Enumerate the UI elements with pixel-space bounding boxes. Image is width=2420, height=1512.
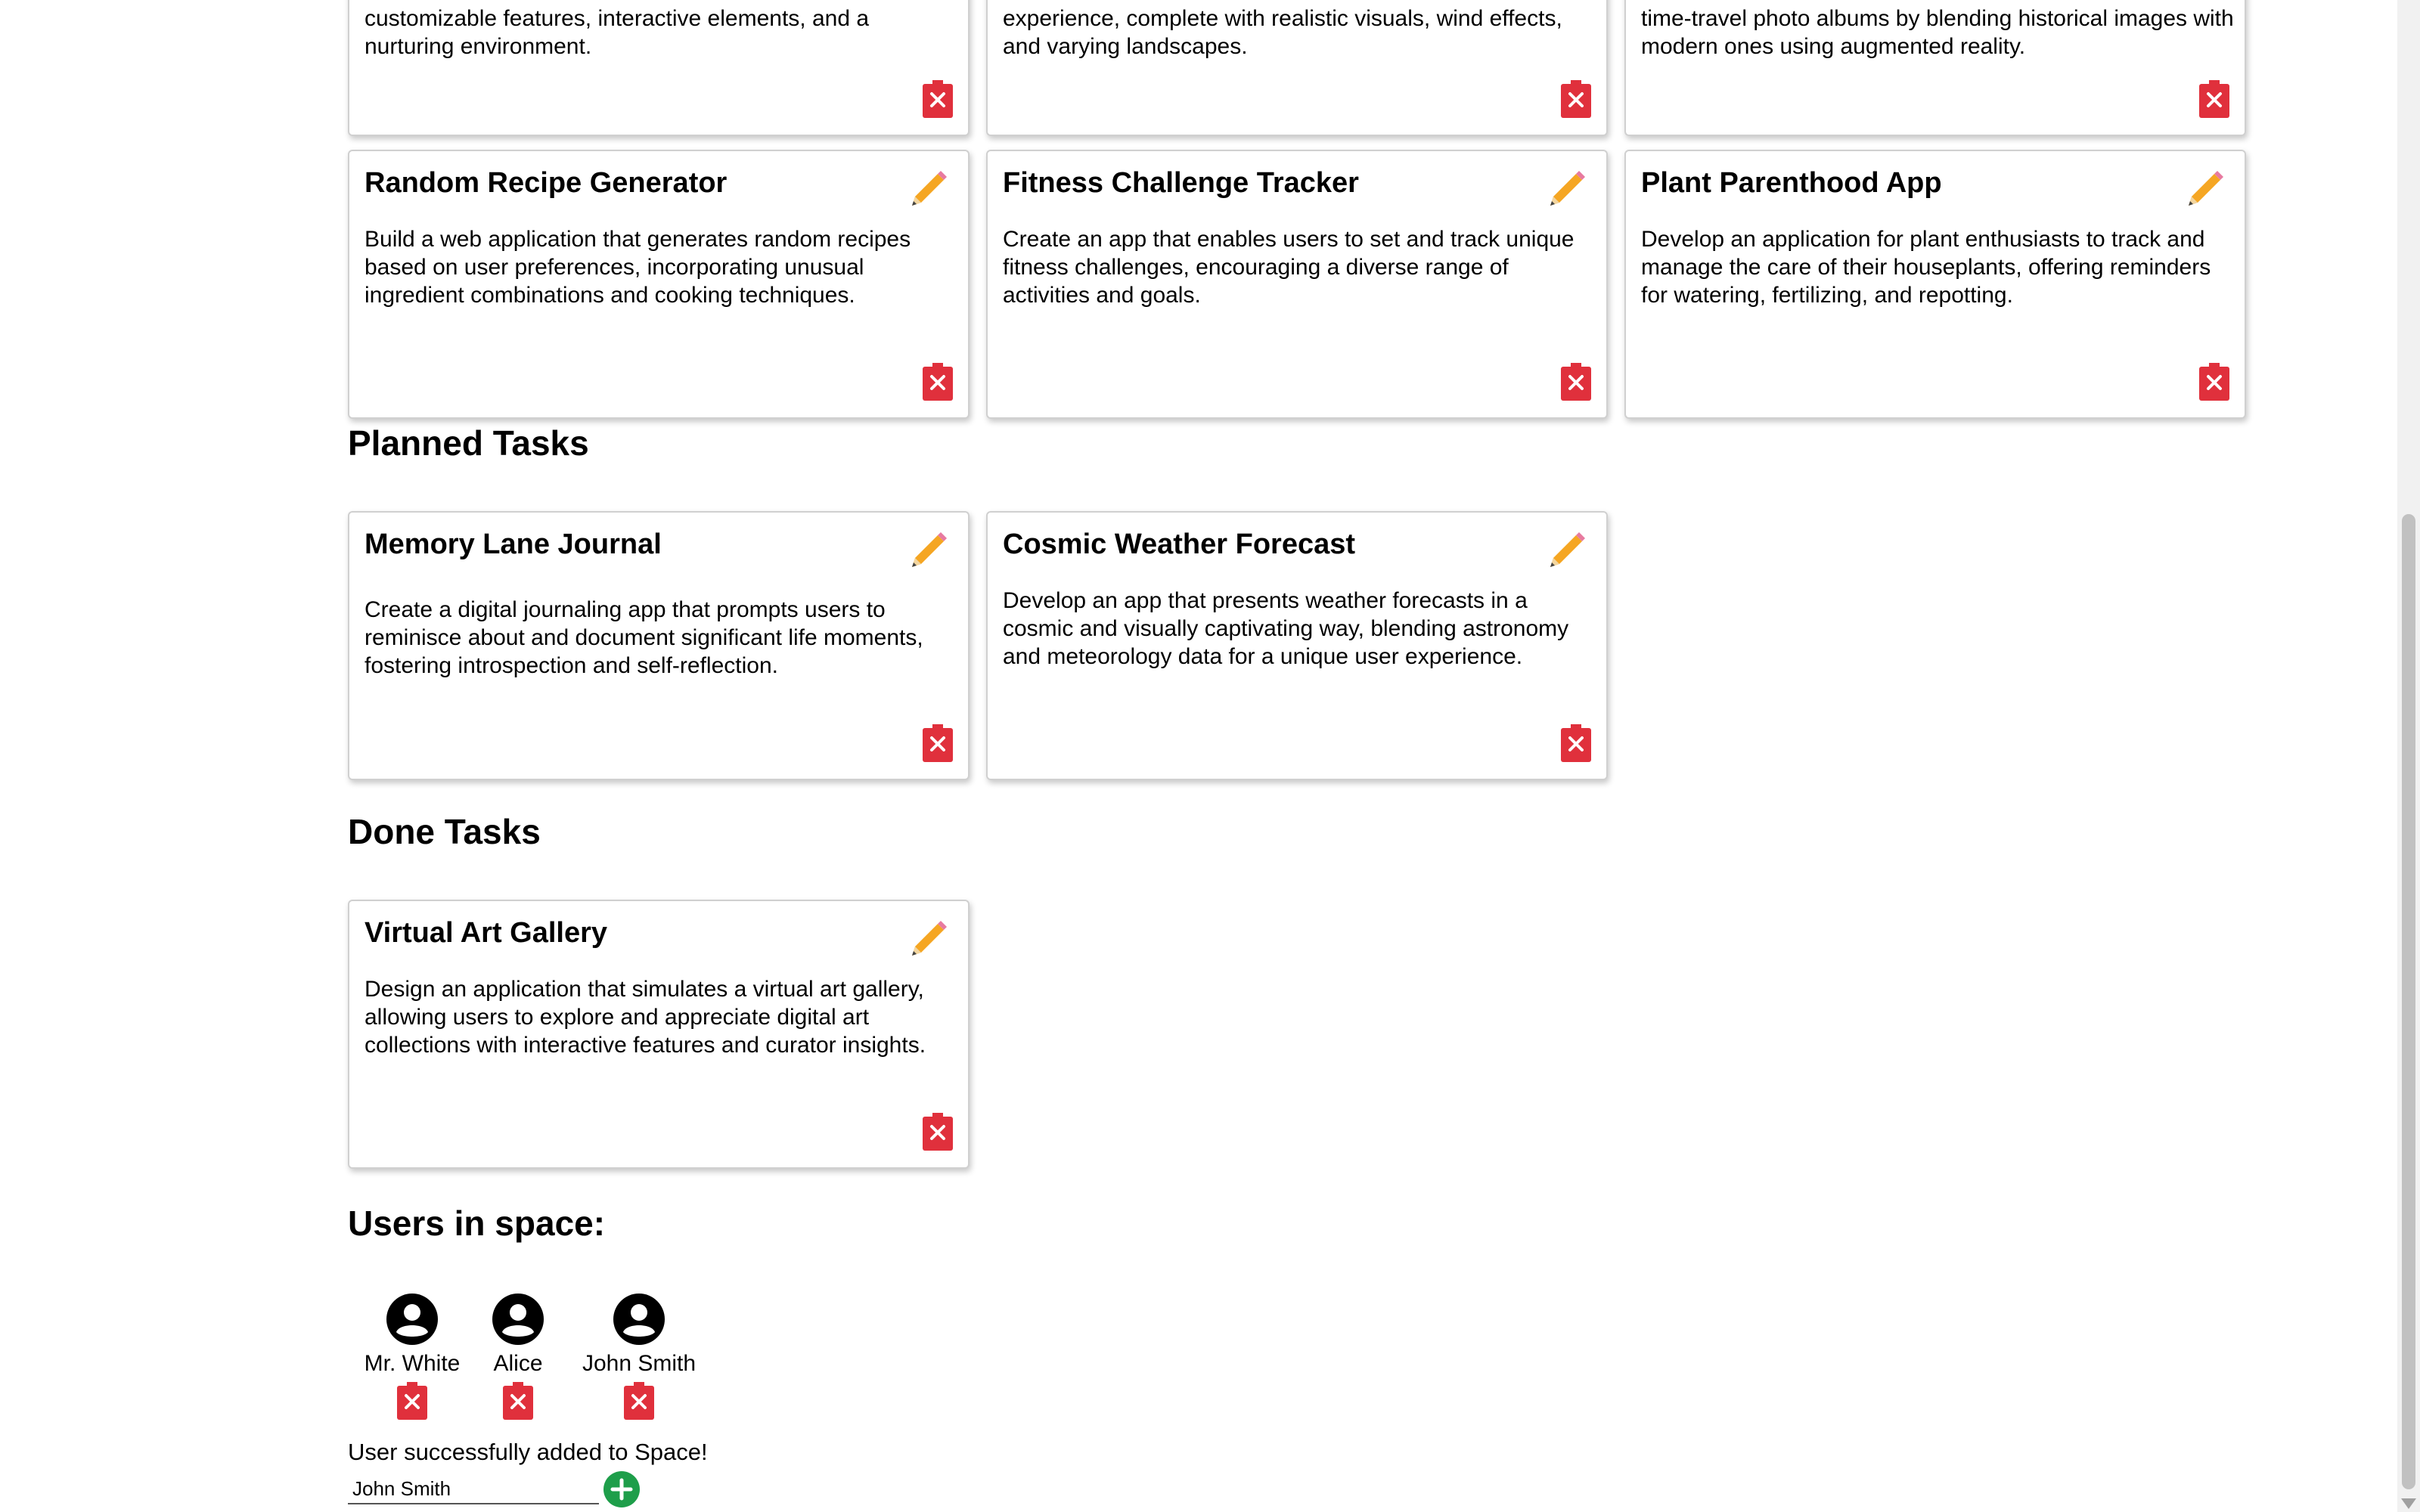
delete-icon[interactable]: [923, 363, 953, 401]
pencil-icon[interactable]: [1544, 529, 1588, 573]
delete-icon[interactable]: [1561, 724, 1591, 762]
status-message: User successfully added to Space!: [348, 1439, 708, 1465]
task-description: Create an app that enables users to set …: [1003, 227, 1575, 308]
task-description: Develop an app that presents weather for…: [1003, 588, 1569, 669]
task-card: Fitness Challenge Tracker Create an app …: [986, 150, 1608, 419]
delete-icon[interactable]: [2199, 80, 2229, 118]
task-title: Virtual Art Gallery: [365, 917, 608, 949]
delete-icon[interactable]: [503, 1382, 533, 1420]
delete-icon[interactable]: [397, 1382, 427, 1420]
task-card: experience, complete with realistic visu…: [986, 0, 1608, 136]
delete-icon[interactable]: [923, 1113, 953, 1151]
pencil-icon[interactable]: [1544, 168, 1588, 212]
delete-icon[interactable]: [2199, 363, 2229, 401]
delete-icon[interactable]: [923, 724, 953, 762]
user-entry: Alice: [476, 1293, 560, 1420]
task-card: Virtual Art Gallery Design an applicatio…: [348, 900, 970, 1169]
task-card: Cosmic Weather Forecast Develop an app t…: [986, 511, 1608, 780]
task-title: Cosmic Weather Forecast: [1003, 528, 1356, 560]
task-title: Memory Lane Journal: [365, 528, 662, 560]
account-circle-icon: [613, 1294, 665, 1345]
delete-icon[interactable]: [923, 80, 953, 118]
task-card: Plant Parenthood App Develop an applicat…: [1624, 150, 2246, 419]
delete-icon[interactable]: [624, 1382, 654, 1420]
task-title: Plant Parenthood App: [1641, 167, 1942, 199]
planned-tasks-heading: Planned Tasks: [348, 423, 589, 463]
add-user-input[interactable]: [348, 1474, 599, 1504]
account-circle-icon: [492, 1294, 544, 1345]
pencil-icon[interactable]: [906, 529, 950, 573]
done-tasks-heading: Done Tasks: [348, 812, 541, 851]
delete-icon[interactable]: [1561, 363, 1591, 401]
account-circle-icon: [386, 1294, 438, 1345]
user-name: Mr. White: [364, 1351, 461, 1376]
task-card: customizable features, interactive eleme…: [348, 0, 970, 136]
task-card: Random Recipe Generator Build a web appl…: [348, 150, 970, 419]
users-heading: Users in space:: [348, 1204, 606, 1243]
task-description: customizable features, interactive eleme…: [365, 6, 870, 59]
task-description: Create a digital journaling app that pro…: [365, 597, 923, 678]
task-card: Memory Lane Journal Create a digital jou…: [348, 511, 970, 780]
scroll-down-arrow-icon[interactable]: [2401, 1498, 2416, 1509]
task-card: time-travel photo albums by blending his…: [1624, 0, 2246, 136]
task-description: Develop an application for plant enthusi…: [1641, 227, 2211, 308]
task-title: Fitness Challenge Tracker: [1003, 167, 1359, 199]
vertical-scrollbar[interactable]: [2397, 0, 2420, 1512]
user-entry: John Smith: [575, 1293, 703, 1420]
task-description: experience, complete with realistic visu…: [1003, 6, 1562, 59]
user-entry: Mr. White: [348, 1293, 476, 1420]
task-description: time-travel photo albums by blending his…: [1641, 6, 2234, 59]
task-description: Design an application that simulates a v…: [365, 977, 926, 1058]
pencil-icon[interactable]: [2183, 168, 2226, 212]
task-title: Random Recipe Generator: [365, 167, 728, 199]
scrollbar-thumb[interactable]: [2402, 514, 2415, 1489]
delete-icon[interactable]: [1561, 80, 1591, 118]
user-name: John Smith: [582, 1351, 697, 1376]
task-description: Build a web application that generates r…: [365, 227, 911, 308]
pencil-icon[interactable]: [906, 168, 950, 212]
pencil-icon[interactable]: [906, 918, 950, 962]
user-name: Alice: [493, 1351, 543, 1376]
add-user-button[interactable]: [603, 1470, 641, 1508]
page: customizable features, interactive eleme…: [0, 0, 2420, 1512]
